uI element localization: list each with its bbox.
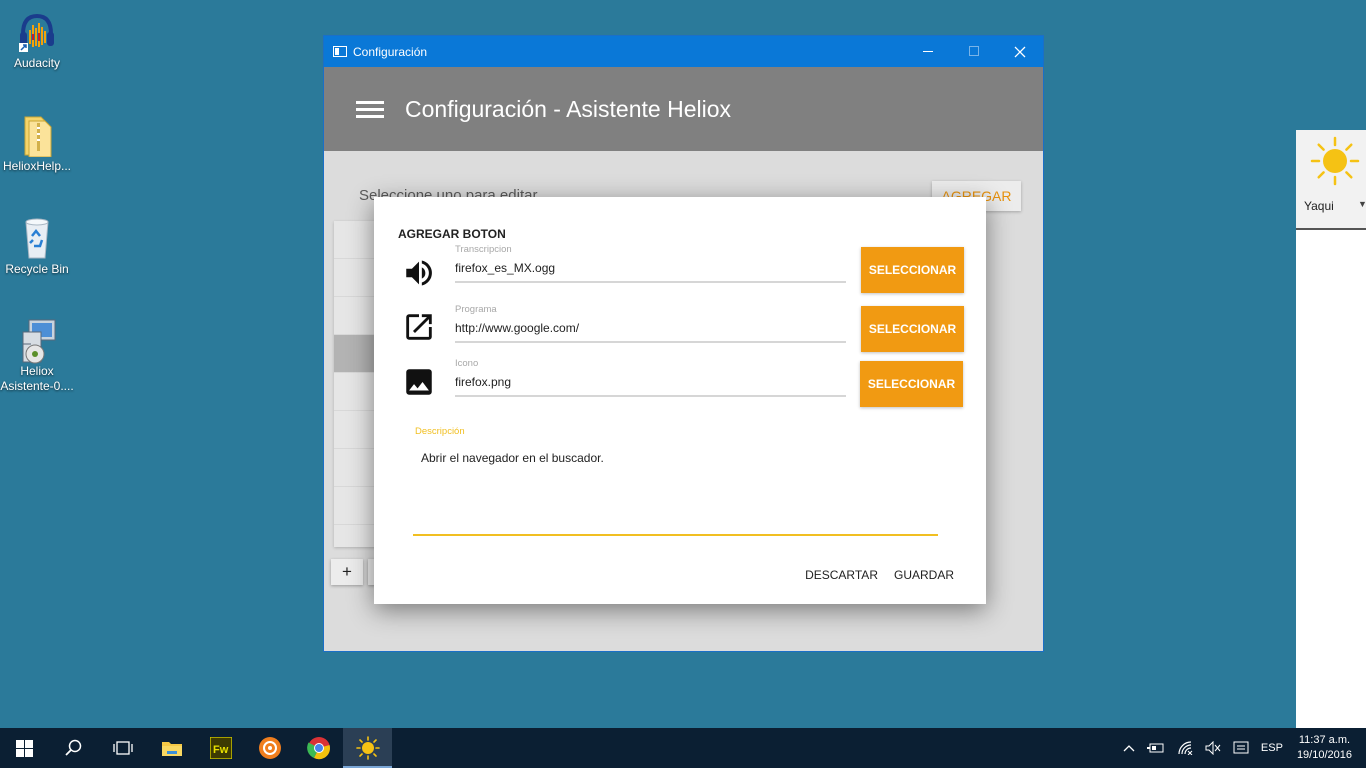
minimize-icon (922, 51, 933, 52)
select-icon-button[interactable]: SELECCIONAR (860, 361, 963, 407)
volume-icon (402, 256, 436, 290)
wifi-icon[interactable] (1171, 741, 1199, 755)
add-button-dialog: AGREGAR BOTON Transcripcion firefox_es_M… (374, 197, 986, 604)
sun-icon (355, 736, 380, 760)
program-label: Programa (455, 304, 497, 315)
menu-icon[interactable] (356, 97, 384, 122)
window-app-icon (333, 46, 347, 57)
description-label: Descripción (415, 426, 465, 437)
app-title: Configuración - Asistente Heliox (405, 95, 731, 122)
icon-row: Icono firefox.png SELECCIONAR (398, 358, 964, 408)
audacity-icon (15, 10, 59, 54)
sun-icon (1310, 136, 1360, 186)
icon-label: Icono (455, 358, 479, 369)
folder-icon (15, 113, 59, 158)
close-button[interactable] (997, 36, 1043, 67)
clock[interactable]: 11:37 a.m. 19/10/2016 (1289, 733, 1366, 763)
chrome-button[interactable] (294, 728, 343, 768)
dialog-title: AGREGAR BOTON (398, 227, 506, 241)
fireworks-button[interactable]: Fw (196, 728, 245, 768)
search-icon (64, 739, 81, 756)
dialog-actions: DESCARTAR GUARDAR (805, 568, 954, 582)
battery-icon[interactable] (1141, 742, 1171, 754)
language-indicator[interactable]: ESP (1255, 742, 1289, 754)
installer-icon (15, 318, 59, 364)
transcription-label: Transcripcion (455, 244, 512, 255)
desktop-icon-label: Recycle Bin (5, 262, 69, 276)
app-orange-button[interactable] (245, 728, 294, 768)
file-explorer-button[interactable] (147, 728, 196, 768)
image-icon (402, 365, 436, 399)
recycle-bin-icon (15, 216, 59, 260)
add-item-button[interactable]: + (331, 559, 363, 585)
orange-app-icon (258, 737, 281, 759)
program-value[interactable]: http://www.google.com/ (455, 317, 846, 343)
open-in-new-icon (402, 310, 436, 344)
profile-name: Yaqui (1304, 199, 1334, 213)
desktop-icon-heliox-installer[interactable]: Heliox Asistente-0.... (0, 318, 75, 394)
task-view-icon (112, 741, 133, 755)
desktop-icon-audacity[interactable]: Audacity (0, 10, 75, 71)
side-panel: Yaqui ▼ (1296, 130, 1366, 728)
desktop-icon-label: Heliox Asistente-0.... (0, 364, 74, 393)
transcription-field[interactable]: Transcripcion firefox_es_MX.ogg (455, 244, 846, 283)
chrome-icon (306, 737, 330, 760)
chevron-down-icon[interactable]: ▼ (1358, 199, 1366, 209)
start-button[interactable] (0, 728, 49, 768)
clock-date: 19/10/2016 (1296, 749, 1352, 761)
tray-overflow-icon[interactable] (1117, 744, 1141, 752)
discard-button[interactable]: DESCARTAR (805, 568, 878, 582)
window-titlebar[interactable]: Configuración (324, 36, 1043, 67)
save-button[interactable]: GUARDAR (894, 568, 954, 582)
description-textarea[interactable]: Abrir el navegador en el buscador. (421, 451, 604, 465)
side-panel-header[interactable]: Yaqui ▼ (1296, 130, 1366, 230)
minimize-button[interactable] (905, 36, 951, 67)
clock-time: 11:37 a.m. (1298, 734, 1351, 746)
search-button[interactable] (49, 728, 98, 768)
windows-icon (16, 739, 33, 757)
app-bar: Configuración - Asistente Heliox (324, 67, 1043, 151)
program-row: Programa http://www.google.com/ SELECCIO… (398, 304, 964, 354)
desktop-icon-recycle-bin[interactable]: Recycle Bin (0, 216, 75, 277)
desktop-icon-helioxhelp[interactable]: HelioxHelp... (0, 113, 75, 174)
maximize-icon (968, 46, 979, 56)
fireworks-icon: Fw (209, 737, 232, 759)
notification-icon[interactable] (1227, 741, 1255, 755)
icon-value[interactable]: firefox.png (455, 371, 846, 397)
select-program-button[interactable]: SELECCIONAR (861, 306, 964, 352)
volume-muted-icon[interactable] (1199, 741, 1227, 755)
desktop-icon-label: HelioxHelp... (2, 159, 72, 173)
maximize-button[interactable] (951, 36, 997, 67)
program-field[interactable]: Programa http://www.google.com/ (455, 304, 846, 343)
close-icon (1014, 46, 1026, 57)
description-underline (413, 534, 938, 536)
system-tray: ESP 11:37 a.m. 19/10/2016 (1117, 728, 1366, 768)
heliox-taskbar-button[interactable] (343, 728, 392, 768)
folder-icon (161, 742, 182, 756)
desktop-icon-label: Audacity (13, 56, 61, 70)
select-transcription-button[interactable]: SELECCIONAR (861, 247, 964, 293)
taskbar: Fw ESP 11:37 a.m. 19/10/2016 (0, 728, 1366, 768)
svg-text:Fw: Fw (213, 744, 229, 756)
icon-field[interactable]: Icono firefox.png (455, 358, 846, 397)
task-view-button[interactable] (98, 728, 147, 768)
transcription-value[interactable]: firefox_es_MX.ogg (455, 257, 846, 283)
window-controls (905, 36, 1043, 67)
transcription-row: Transcripcion firefox_es_MX.ogg SELECCIO… (398, 244, 964, 294)
window-title: Configuración (353, 44, 428, 59)
